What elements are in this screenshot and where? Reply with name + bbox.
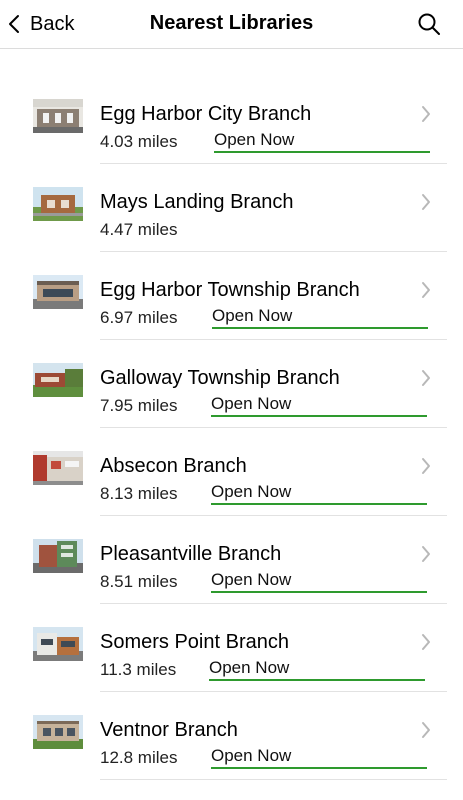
status-badge: Open Now (211, 394, 427, 417)
list-item[interactable]: Somers Point Branch 11.3 miles Open Now (0, 604, 463, 692)
library-name: Pleasantville Branch (100, 543, 282, 565)
back-button[interactable]: Back (8, 10, 74, 38)
chevron-right-icon (422, 634, 430, 650)
library-thumbnail (33, 627, 83, 661)
chevron-right-icon (422, 282, 430, 298)
chevron-right-icon (422, 722, 430, 738)
library-distance: 4.03 miles (100, 132, 178, 151)
library-list: Egg Harbor City Branch 4.03 miles Open N… (0, 76, 463, 780)
chevron-right-icon (422, 546, 430, 562)
library-distance: 4.47 miles (100, 220, 178, 239)
library-thumbnail (33, 451, 83, 485)
chevron-right-icon (422, 194, 430, 210)
list-item[interactable]: Galloway Township Branch 7.95 miles Open… (0, 340, 463, 428)
library-distance: 12.8 miles (100, 748, 178, 767)
status-badge: Open Now (214, 130, 430, 153)
library-distance: 8.13 miles (100, 484, 178, 503)
list-item[interactable]: Pleasantville Branch 8.51 miles Open Now (0, 516, 463, 604)
list-item[interactable]: Absecon Branch 8.13 miles Open Now (0, 428, 463, 516)
library-thumbnail (33, 363, 83, 397)
status-badge: Open Now (209, 658, 425, 681)
library-distance: 7.95 miles (100, 396, 178, 415)
chevron-right-icon (422, 370, 430, 386)
status-badge: Open Now (212, 306, 428, 329)
library-distance: 8.51 miles (100, 572, 178, 591)
library-name: Ventnor Branch (100, 719, 238, 741)
list-item[interactable]: Egg Harbor City Branch 4.03 miles Open N… (0, 76, 463, 164)
library-name: Somers Point Branch (100, 631, 289, 653)
library-distance: 11.3 miles (100, 660, 177, 679)
library-name: Absecon Branch (100, 455, 247, 477)
library-name: Egg Harbor Township Branch (100, 279, 360, 301)
back-label: Back (30, 12, 75, 35)
library-thumbnail (33, 187, 83, 221)
library-thumbnail (33, 715, 83, 749)
library-name: Mays Landing Branch (100, 191, 294, 213)
navigation-bar: Back Nearest Libraries (0, 0, 463, 49)
library-name: Galloway Township Branch (100, 367, 340, 389)
list-item[interactable]: Mays Landing Branch 4.47 miles (0, 164, 463, 252)
library-thumbnail (33, 275, 83, 309)
status-badge: Open Now (211, 746, 427, 769)
search-icon (418, 13, 440, 35)
status-badge: Open Now (211, 570, 427, 593)
chevron-right-icon (422, 106, 430, 122)
chevron-left-icon (9, 15, 19, 33)
chevron-right-icon (422, 458, 430, 474)
library-name: Egg Harbor City Branch (100, 103, 312, 125)
library-thumbnail (33, 539, 83, 573)
list-item[interactable]: Ventnor Branch 12.8 miles Open Now (0, 692, 463, 780)
search-button[interactable] (417, 12, 441, 36)
library-distance: 6.97 miles (100, 308, 178, 327)
library-thumbnail (33, 99, 83, 133)
list-item[interactable]: Egg Harbor Township Branch 6.97 miles Op… (0, 252, 463, 340)
status-badge: Open Now (211, 482, 427, 505)
